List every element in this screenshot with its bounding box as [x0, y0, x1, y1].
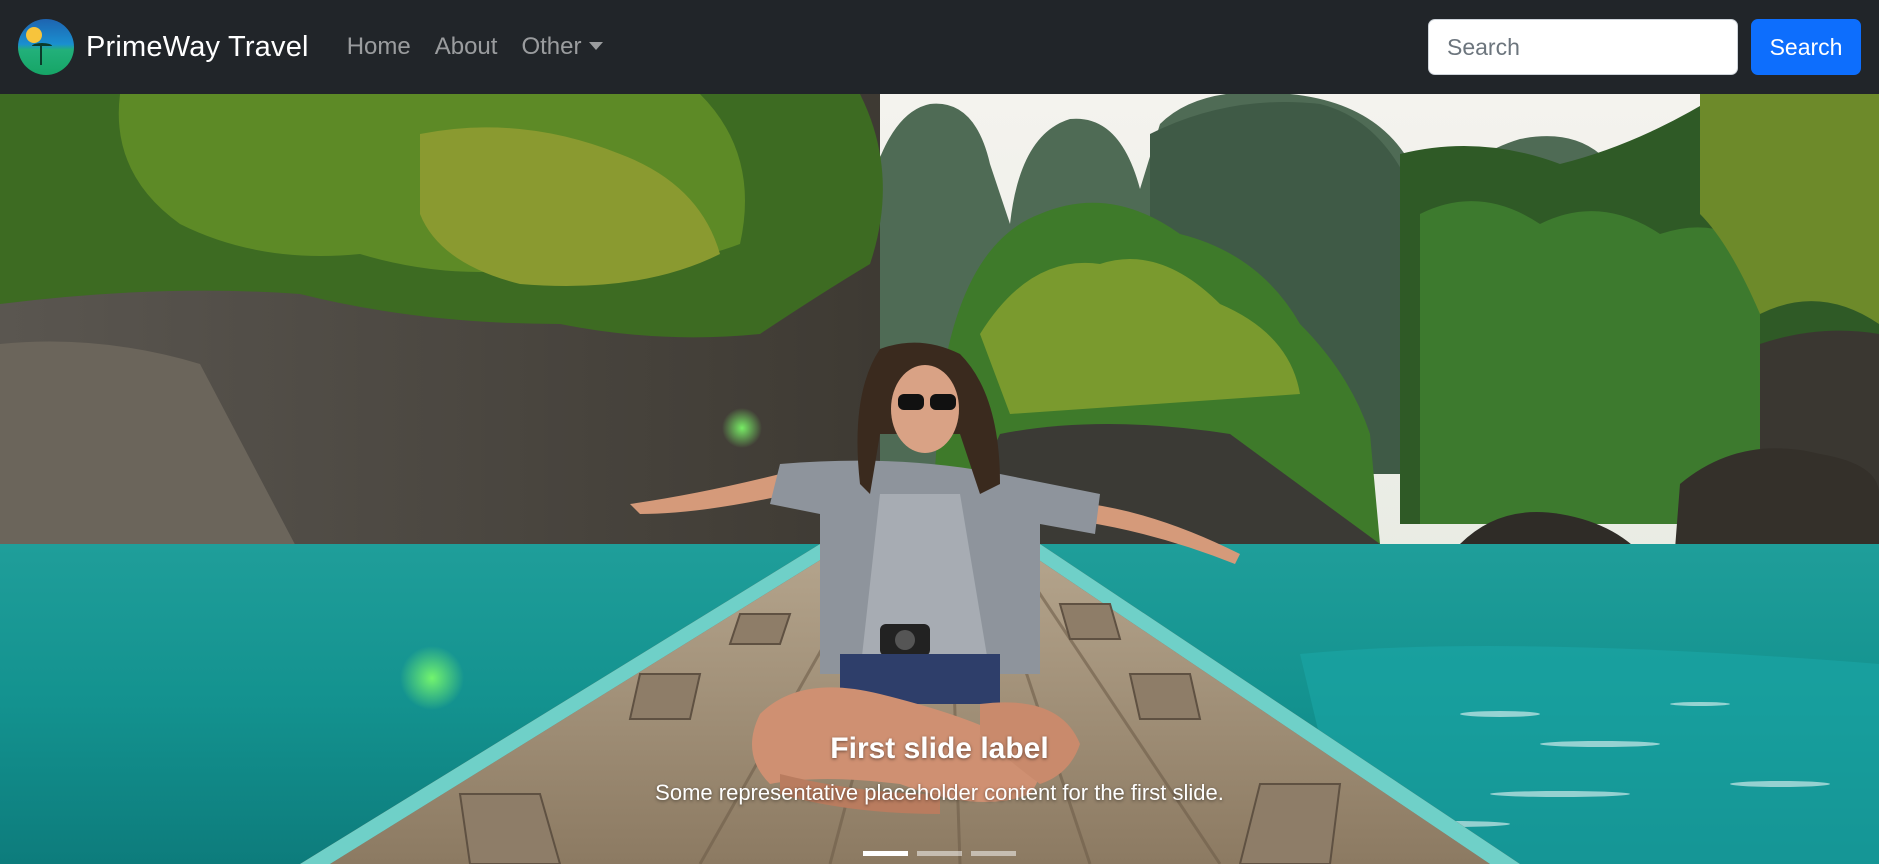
hero-carousel[interactable]: First slide label Some representative pl… [0, 94, 1879, 864]
search-form: Search [1428, 19, 1861, 75]
nav-link-home[interactable]: Home [335, 25, 423, 69]
nav-link-about[interactable]: About [423, 25, 510, 69]
palm-sun-globe-icon [18, 19, 74, 75]
brand-link[interactable]: PrimeWay Travel [18, 19, 309, 75]
navbar: PrimeWay Travel Home About Other Search [0, 0, 1879, 94]
nav-links: Home About Other [335, 25, 616, 69]
carousel-indicator-1[interactable] [863, 851, 908, 856]
search-button[interactable]: Search [1751, 19, 1861, 75]
carousel-indicator-2[interactable] [917, 851, 962, 856]
caret-down-icon [589, 42, 604, 50]
nav-dropdown-other-label: Other [521, 33, 582, 60]
nav-dropdown-other[interactable]: Other [509, 25, 615, 69]
slide-caption: First slide label Some representative pl… [0, 732, 1879, 806]
carousel-indicator-3[interactable] [971, 851, 1016, 856]
search-input[interactable] [1428, 19, 1738, 75]
brand-name: PrimeWay Travel [86, 30, 309, 63]
carousel-indicators [0, 851, 1879, 856]
slide-title: First slide label [830, 732, 1049, 765]
slide-text: Some representative placeholder content … [655, 780, 1224, 805]
